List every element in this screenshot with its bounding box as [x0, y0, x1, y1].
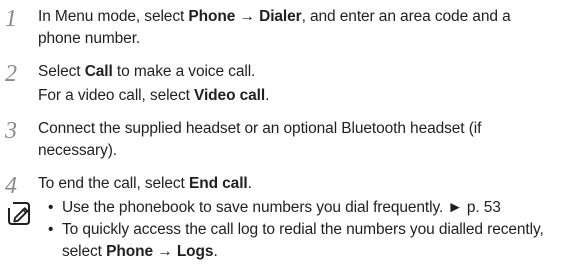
note-pencil-icon — [6, 201, 32, 227]
step-text-intro: In Menu mode, select — [38, 8, 189, 25]
tip-list: • Use the phonebook to save numbers you … — [48, 197, 558, 263]
bullet-dot: • — [48, 199, 54, 216]
step-text-post: . — [265, 87, 270, 104]
step-text: To end the call, select End call. — [38, 173, 548, 195]
step-number: 3 — [5, 118, 17, 144]
tip-item: • Use the phonebook to save numbers you … — [48, 197, 558, 219]
menu-logs: Logs — [176, 243, 214, 260]
end-call-label: End call — [188, 175, 248, 192]
step-number: 1 — [5, 6, 17, 32]
menu-arrow: → — [235, 8, 260, 25]
step-text-pre: For a video call, select — [38, 87, 195, 104]
step-number: 4 — [5, 173, 17, 199]
step-line: Select Call to make a voice call. — [38, 61, 548, 83]
call-label: Call — [84, 63, 113, 80]
page-reference: ► p. 53 — [447, 199, 501, 216]
menu-phone: Phone — [188, 8, 236, 25]
menu-arrow: → — [152, 243, 177, 260]
step-number: 2 — [5, 61, 17, 87]
step-text: Select Call to make a voice call. For a … — [38, 61, 548, 107]
video-call-label: Video call — [194, 87, 266, 104]
tip-text-post: . — [213, 243, 218, 260]
step-text-post: . — [247, 175, 252, 192]
step-text-pre: To end the call, select — [38, 175, 189, 192]
menu-dialer: Dialer — [259, 8, 302, 25]
menu-phone: Phone — [106, 243, 153, 260]
step-text: In Menu mode, select Phone → Dialer, and… — [38, 6, 548, 50]
tip-text: Use the phonebook to save numbers you di… — [62, 199, 448, 216]
step-text-pre: Select — [38, 63, 85, 80]
bullet-dot: • — [48, 221, 54, 238]
step-line: For a video call, select Video call. — [38, 85, 548, 107]
step-text: Connect the supplied headset or an optio… — [38, 120, 482, 159]
tip-item: • To quickly access the call log to redi… — [48, 219, 558, 263]
step-text-post: to make a voice call. — [112, 63, 256, 80]
